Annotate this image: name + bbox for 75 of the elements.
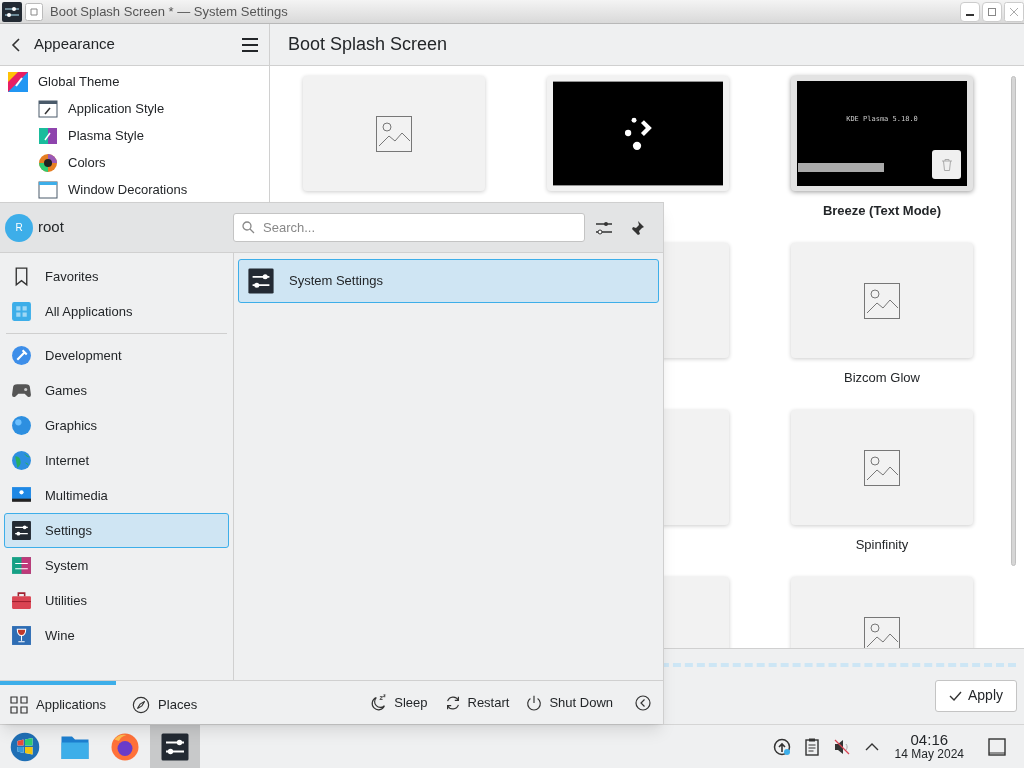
clipboard-icon[interactable] <box>804 737 819 756</box>
moon-icon <box>370 693 389 712</box>
toolbox-icon <box>11 590 32 611</box>
user-name: root <box>38 217 65 238</box>
color-wheel-icon <box>38 152 58 173</box>
section-title: Appearance <box>34 34 115 55</box>
sidebar-item[interactable]: Application Style <box>0 95 269 122</box>
image-placeholder-icon <box>864 282 900 319</box>
power-button[interactable]: Restart <box>443 692 510 713</box>
search-icon <box>242 221 255 234</box>
window-brush-icon <box>38 98 58 119</box>
category-item[interactable]: System <box>4 548 229 583</box>
category-item[interactable]: Games <box>4 373 229 408</box>
apply-button[interactable]: Apply <box>934 679 1017 712</box>
window-icon <box>38 179 58 200</box>
sliders-icon <box>11 520 32 541</box>
scrollbar[interactable] <box>1010 76 1016 566</box>
category-item[interactable]: Internet <box>4 443 229 478</box>
filter-icon[interactable] <box>595 219 613 236</box>
sliders-icon <box>247 267 275 295</box>
category-item[interactable]: Development <box>4 338 229 373</box>
show-desktop-icon[interactable] <box>988 737 1006 756</box>
wine-glass-icon <box>11 625 32 646</box>
category-item[interactable]: All Applications <box>4 294 229 329</box>
sidebar-item[interactable]: Plasma Style <box>0 122 269 149</box>
image-placeholder-icon <box>376 115 412 152</box>
pin-icon[interactable] <box>629 219 645 236</box>
trash-icon <box>941 158 952 171</box>
menu-icon[interactable] <box>241 37 259 52</box>
launcher-tab[interactable]: Applications <box>0 681 117 724</box>
sidebar-item[interactable]: Global Theme <box>0 68 269 95</box>
browser-icon <box>110 731 140 762</box>
power-button[interactable]: Shut Down <box>525 692 613 713</box>
category-item[interactable]: Wine <box>4 618 229 653</box>
search-field[interactable]: Search... <box>233 213 585 242</box>
page-title: Boot Splash Screen <box>288 33 448 56</box>
back-icon[interactable] <box>635 694 651 711</box>
window-title: Boot Splash Screen * — System Settings <box>50 2 288 21</box>
app-icon <box>2 1 22 22</box>
category-item[interactable]: Favorites <box>4 259 229 294</box>
theme-name: Bizcom Glow <box>844 369 920 387</box>
grid-icon <box>11 301 32 322</box>
theme-name: Spinfinity <box>855 536 909 554</box>
app-item[interactable]: System Settings <box>238 259 659 303</box>
clock-time[interactable]: 04:16 <box>910 732 949 749</box>
search-input: Search... <box>263 217 576 238</box>
start-menu-icon <box>10 731 40 762</box>
theme-name: Breeze (Text Mode) <box>822 202 942 220</box>
brush-icon <box>38 125 58 146</box>
muted-speaker-icon[interactable] <box>832 737 851 756</box>
category-item[interactable]: Settings <box>4 513 229 548</box>
grid-icon <box>10 695 28 714</box>
sphere-icon <box>11 415 32 436</box>
sidebar-item[interactable]: Window Decorations <box>0 176 269 203</box>
sliders-icon <box>11 555 32 576</box>
hammer-icon <box>11 345 32 366</box>
category-item[interactable]: Graphics <box>4 408 229 443</box>
expand-tray-icon[interactable] <box>864 741 879 752</box>
power-button[interactable]: Sleep <box>370 692 428 713</box>
check-icon <box>948 690 962 701</box>
sidebar-item[interactable]: Colors <box>0 149 269 176</box>
category-item[interactable]: Multimedia <box>4 478 229 513</box>
palette-icon <box>8 71 28 92</box>
launcher-tab[interactable]: Places <box>122 681 208 724</box>
update-icon[interactable] <box>772 737 791 756</box>
compass-icon <box>132 695 151 714</box>
minimize-button[interactable] <box>960 1 980 22</box>
globe-icon <box>11 450 32 471</box>
image-placeholder-icon <box>864 449 900 486</box>
sliders-icon <box>160 731 190 762</box>
clock-date[interactable]: 14 May 2024 <box>894 748 964 761</box>
image-placeholder-icon <box>864 616 900 648</box>
power-icon <box>525 693 544 712</box>
category-item[interactable]: Utilities <box>4 583 229 618</box>
taskbar-button[interactable] <box>150 725 200 768</box>
